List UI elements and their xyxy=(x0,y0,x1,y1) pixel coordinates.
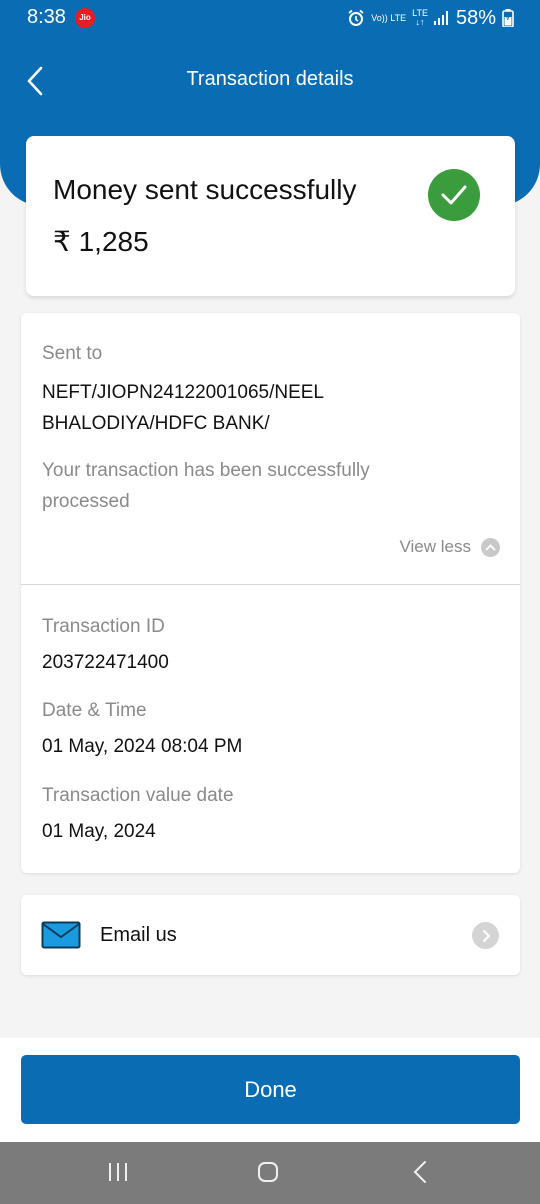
transaction-id-label: Transaction ID xyxy=(42,616,165,637)
success-card: Money sent successfully ₹ 1,285 xyxy=(26,136,515,296)
status-time: 8:38 xyxy=(27,6,66,28)
check-circle-icon xyxy=(428,169,480,221)
chevron-up-icon xyxy=(481,537,500,557)
sent-to-value: NEFT/JIOPN24122001065/NEEL BHALODIYA/HDF… xyxy=(42,382,324,434)
date-time-label: Date & Time xyxy=(42,700,147,721)
carrier-badge: Jio xyxy=(75,8,95,28)
sent-to-label: Sent to xyxy=(42,343,103,364)
network-indicator-2: LTE ↓↑ xyxy=(412,9,428,27)
system-nav-bar xyxy=(0,1142,540,1204)
divider xyxy=(21,584,520,585)
data-arrows-icon: ↓↑ xyxy=(415,17,425,27)
status-bar: 8:38 Jio Vo)) LTE LTE ↓↑ 58% xyxy=(0,0,540,36)
chevron-right-icon xyxy=(472,922,499,949)
envelope-icon xyxy=(41,921,81,949)
network-label-top: Vo)) LTE xyxy=(371,12,407,23)
back-nav-icon[interactable] xyxy=(410,1160,430,1184)
success-title: Money sent successfully xyxy=(53,174,357,205)
battery-icon xyxy=(502,9,514,27)
network-indicator-1: Vo)) LTE xyxy=(371,12,407,23)
status-message: Your transaction has been successfully p… xyxy=(42,460,370,512)
view-less-label: View less xyxy=(399,537,472,556)
email-us-label: Email us xyxy=(100,924,177,946)
amount-value: ₹ 1,285 xyxy=(53,226,149,257)
details-card: Sent to NEFT/JIOPN24122001065/NEEL BHALO… xyxy=(21,313,520,873)
value-date-label: Transaction value date xyxy=(42,785,234,806)
transaction-id-value: 203722471400 xyxy=(42,652,169,673)
done-button[interactable]: Done xyxy=(21,1055,520,1124)
view-less-toggle[interactable]: View less xyxy=(399,537,500,557)
home-icon[interactable] xyxy=(256,1160,280,1184)
recent-apps-icon[interactable] xyxy=(107,1160,129,1184)
alarm-icon xyxy=(348,9,364,26)
battery-percent: 58% xyxy=(455,6,496,29)
status-icons: Vo)) LTE LTE ↓↑ 58% xyxy=(347,6,514,30)
email-us-row[interactable]: Email us xyxy=(21,895,520,975)
page-title: Transaction details xyxy=(186,68,354,90)
value-date-value: 01 May, 2024 xyxy=(42,821,156,842)
signal-icon xyxy=(433,11,448,25)
date-time-value: 01 May, 2024 08:04 PM xyxy=(42,736,243,757)
